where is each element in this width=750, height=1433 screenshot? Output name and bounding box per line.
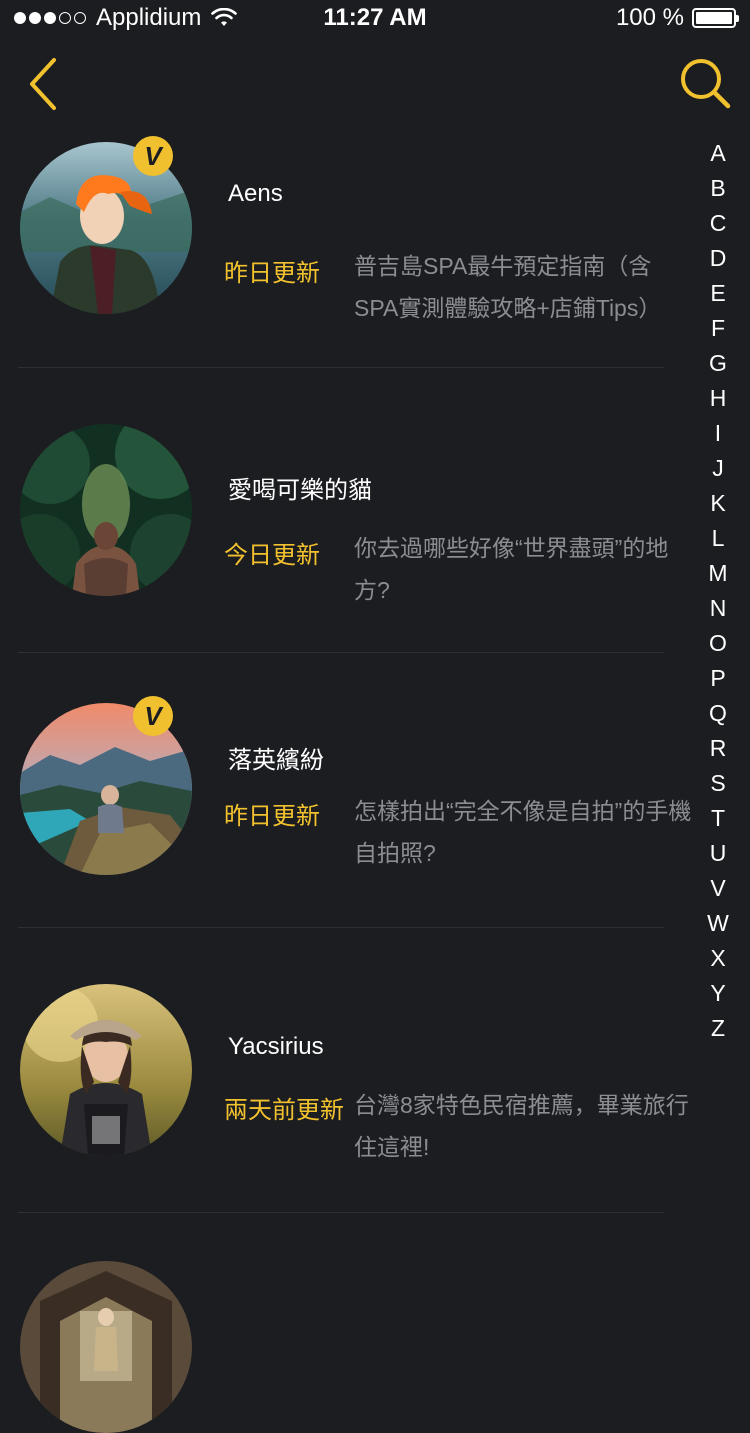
avatar <box>20 984 192 1156</box>
contact-name: Yacsirius <box>228 1033 324 1060</box>
alphabet-index-letter[interactable]: V <box>710 873 725 908</box>
contact-name: 落英繽紛 <box>228 747 324 774</box>
avatar <box>20 1261 192 1433</box>
alphabet-index-letter[interactable]: T <box>711 803 725 838</box>
article-title: 普吉島SPA最牛預定指南（含SPA實測體驗攻略+店鋪Tips） <box>354 253 662 321</box>
alphabet-index-letter[interactable]: P <box>710 663 725 698</box>
alphabet-index-letter[interactable]: Y <box>710 978 725 1013</box>
update-status: 昨日更新 <box>224 803 320 830</box>
update-status: 昨日更新 <box>224 260 320 287</box>
contact-name: Aens <box>228 180 283 207</box>
alphabet-index-letter[interactable]: U <box>710 838 727 873</box>
update-status: 兩天前更新 <box>224 1097 344 1124</box>
alphabet-index-letter[interactable]: S <box>710 768 725 803</box>
alphabet-index-letter[interactable]: A <box>710 138 725 173</box>
list-item[interactable]: 愛喝可樂的貓 今日更新 你去過哪些好像“世界盡頭”的地方? <box>0 368 700 653</box>
alphabet-index-letter[interactable]: Q <box>709 698 727 733</box>
alphabet-index-letter[interactable]: W <box>707 908 729 943</box>
alphabet-index-letter[interactable]: D <box>710 243 727 278</box>
list-item[interactable]: V Aens 昨日更新 普吉島SPA最牛預定指南（含SPA實測體驗攻略+店鋪Ti… <box>0 0 700 368</box>
alphabet-index[interactable]: ABCDEFGHIJKLMNOPQRSTUVWXYZ <box>700 138 736 1048</box>
verified-badge-icon: V <box>133 696 173 736</box>
alphabet-index-letter[interactable]: E <box>710 278 725 313</box>
article-title: 怎樣拍出“完全不像是自拍”的手機自拍照? <box>354 798 692 866</box>
alphabet-index-letter[interactable]: Z <box>711 1013 725 1048</box>
article-title: 你去過哪些好像“世界盡頭”的地方? <box>354 535 669 603</box>
alphabet-index-letter[interactable]: G <box>709 348 727 383</box>
verified-badge-icon: V <box>133 136 173 176</box>
contact-name: 愛喝可樂的貓 <box>228 477 372 504</box>
alphabet-index-letter[interactable]: F <box>711 313 725 348</box>
alphabet-index-letter[interactable]: M <box>708 558 727 593</box>
alphabet-index-letter[interactable]: R <box>710 733 727 768</box>
alphabet-index-letter[interactable]: H <box>710 383 727 418</box>
alphabet-index-letter[interactable]: I <box>715 418 721 453</box>
alphabet-index-letter[interactable]: K <box>710 488 725 523</box>
list-item[interactable] <box>0 1213 700 1433</box>
list-item[interactable]: Yacsirius 兩天前更新 台灣8家特色民宿推薦，畢業旅行住這裡! <box>0 928 700 1213</box>
alphabet-index-letter[interactable]: O <box>709 628 727 663</box>
update-status: 今日更新 <box>224 542 320 569</box>
list-item[interactable]: V 落英繽紛 昨日更新 怎樣拍出“完全不像是自拍”的手機自拍照? <box>0 653 700 928</box>
alphabet-index-letter[interactable]: X <box>710 943 725 978</box>
article-title: 台灣8家特色民宿推薦，畢業旅行住這裡! <box>354 1092 689 1160</box>
alphabet-index-letter[interactable]: B <box>710 173 725 208</box>
alphabet-index-letter[interactable]: J <box>712 453 724 488</box>
alphabet-index-letter[interactable]: C <box>710 208 727 243</box>
avatar <box>20 424 192 596</box>
alphabet-index-letter[interactable]: N <box>710 593 727 628</box>
alphabet-index-letter[interactable]: L <box>712 523 725 558</box>
